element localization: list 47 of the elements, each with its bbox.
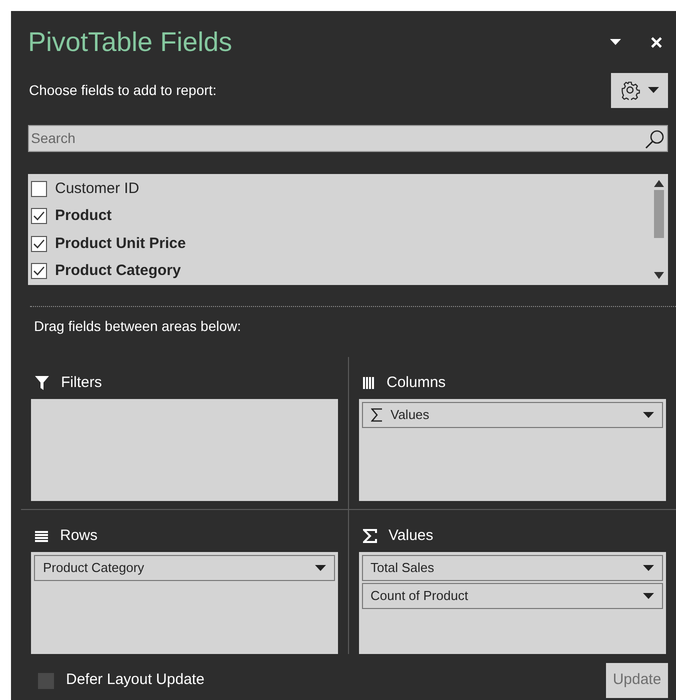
scroll-up-icon[interactable]: [654, 180, 664, 187]
area-field-item[interactable]: Product Category: [34, 555, 334, 581]
area-title: Filters: [61, 372, 102, 393]
settings-button[interactable]: [611, 72, 668, 108]
caret-icon: [648, 87, 659, 93]
filter-icon: [35, 376, 49, 390]
field-list-item[interactable]: Customer ID: [28, 175, 650, 202]
defer-label: Defer Layout Update: [66, 670, 204, 690]
field-list-item[interactable]: Product: [28, 202, 650, 230]
search-field[interactable]: Search: [28, 125, 668, 152]
checkbox[interactable]: [31, 236, 47, 252]
columns-icon: [362, 377, 374, 389]
scrollbar-thumb[interactable]: [654, 190, 664, 238]
field-list-item[interactable]: Product Unit Price: [28, 230, 650, 258]
areas-caption: Drag fields between areas below:: [33, 317, 242, 336]
sigma-icon: [370, 408, 382, 422]
search-input[interactable]: Search: [29, 128, 645, 149]
check-icon: [33, 211, 45, 222]
pane-options-button[interactable]: [610, 39, 621, 45]
caret-icon: [643, 565, 654, 571]
checkbox[interactable]: [38, 672, 54, 688]
field-list-item[interactable]: Product Category: [28, 258, 650, 285]
caret-icon: [610, 39, 621, 45]
gear-icon: [620, 80, 640, 100]
rows-icon: [35, 530, 48, 542]
caret-icon: [643, 412, 654, 418]
scroll-down-icon[interactable]: [654, 272, 664, 279]
checkbox[interactable]: [31, 208, 47, 224]
sigma-icon: [362, 529, 376, 543]
caret-icon: [314, 565, 326, 571]
area-title: Values: [388, 526, 434, 546]
area-field-item[interactable]: Total Sales: [362, 555, 663, 581]
check-icon: [33, 238, 45, 249]
check-icon: [33, 266, 45, 276]
caret-icon: [643, 593, 654, 599]
close-icon: [651, 36, 662, 48]
pane-title: PivotTable Fields: [28, 26, 234, 59]
search-icon: [645, 128, 665, 148]
checkbox[interactable]: [31, 263, 47, 280]
pane-subtitle: Choose fields to add to report:: [29, 80, 218, 100]
area-title: Rows: [60, 526, 98, 546]
close-button[interactable]: [651, 36, 662, 48]
scrollbar[interactable]: [650, 174, 668, 285]
area-field-item[interactable]: Values: [362, 402, 663, 428]
area-title: Columns: [386, 372, 446, 393]
checkbox[interactable]: [31, 180, 47, 197]
area-field-item[interactable]: Count of Product: [362, 583, 663, 609]
